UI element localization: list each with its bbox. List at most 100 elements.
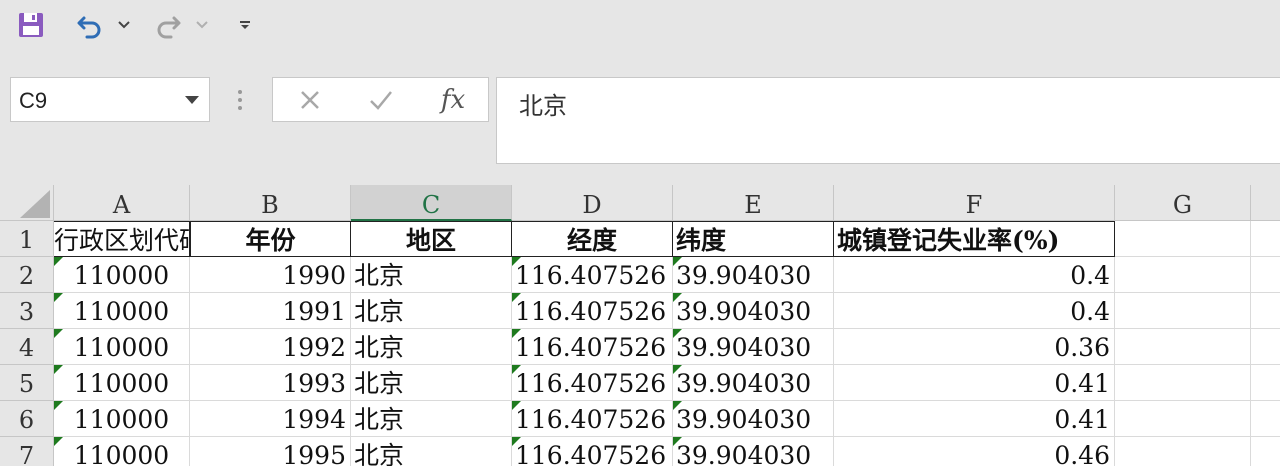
- formula-input[interactable]: 北京: [496, 77, 1280, 164]
- cell-f7[interactable]: 0.46: [834, 437, 1115, 466]
- error-indicator-icon: [512, 365, 521, 374]
- cell-a3[interactable]: 110000: [54, 293, 190, 329]
- cell-b1[interactable]: 年份: [190, 221, 351, 257]
- close-icon: [301, 91, 319, 109]
- cancel-button[interactable]: [295, 86, 325, 114]
- cell-d2[interactable]: 116.407526: [512, 257, 673, 293]
- error-indicator-icon: [673, 293, 682, 302]
- cell-f6[interactable]: 0.41: [834, 401, 1115, 437]
- error-indicator-icon: [673, 329, 682, 338]
- column-header-b[interactable]: B: [190, 185, 351, 221]
- cell-a2-text: 110000: [73, 261, 170, 290]
- cell-a7[interactable]: 110000: [54, 437, 190, 466]
- cell-a5[interactable]: 110000: [54, 365, 190, 401]
- cell-a1[interactable]: 行政区划代码: [54, 221, 190, 257]
- cell-h7[interactable]: [1251, 437, 1280, 466]
- cell-g2[interactable]: [1115, 257, 1251, 293]
- cell-d6[interactable]: 116.407526: [512, 401, 673, 437]
- column-header-e[interactable]: E: [673, 185, 834, 221]
- cell-e7-text: 39.904030: [676, 441, 812, 466]
- cell-d5[interactable]: 116.407526: [512, 365, 673, 401]
- error-indicator-icon: [512, 257, 521, 266]
- row-header-3[interactable]: 3: [0, 293, 54, 329]
- row-header-5[interactable]: 5: [0, 365, 54, 401]
- row-header-4[interactable]: 4: [0, 329, 54, 365]
- cell-a2[interactable]: 110000: [54, 257, 190, 293]
- column-header-d[interactable]: D: [512, 185, 673, 221]
- undo-button[interactable]: [72, 8, 108, 42]
- cell-d2-text: 116.407526: [515, 261, 667, 290]
- cell-b6[interactable]: 1994: [190, 401, 351, 437]
- insert-function-button[interactable]: fx: [438, 85, 468, 115]
- save-button[interactable]: [14, 8, 48, 42]
- cell-c3[interactable]: 北京: [351, 293, 512, 329]
- cell-d7-text: 116.407526: [515, 441, 667, 466]
- customize-toolbar-button[interactable]: [236, 8, 254, 42]
- undo-dropdown-button[interactable]: [116, 8, 132, 42]
- select-all-button[interactable]: [0, 185, 54, 221]
- row-header-2[interactable]: 2: [0, 257, 54, 293]
- cell-g5[interactable]: [1115, 365, 1251, 401]
- cell-e5[interactable]: 39.904030: [673, 365, 834, 401]
- cell-f5[interactable]: 0.41: [834, 365, 1115, 401]
- cell-a6[interactable]: 110000: [54, 401, 190, 437]
- cell-g3[interactable]: [1115, 293, 1251, 329]
- cell-b4[interactable]: 1992: [190, 329, 351, 365]
- cell-d3[interactable]: 116.407526: [512, 293, 673, 329]
- cell-d7[interactable]: 116.407526: [512, 437, 673, 466]
- cell-g6[interactable]: [1115, 401, 1251, 437]
- column-header-c[interactable]: C: [351, 185, 512, 221]
- row-header-6[interactable]: 6: [0, 401, 54, 437]
- chevron-down-icon[interactable]: [185, 96, 199, 105]
- cell-a5-text: 110000: [73, 369, 170, 398]
- name-box[interactable]: C9: [10, 77, 210, 122]
- chevron-down-icon: [196, 21, 208, 29]
- cell-b7[interactable]: 1995: [190, 437, 351, 466]
- cell-c5[interactable]: 北京: [351, 365, 512, 401]
- cell-c6[interactable]: 北京: [351, 401, 512, 437]
- cell-c1[interactable]: 地区: [351, 221, 512, 257]
- cell-a4[interactable]: 110000: [54, 329, 190, 365]
- enter-button[interactable]: [366, 86, 396, 114]
- row-header-7[interactable]: 7: [0, 437, 54, 466]
- spreadsheet-grid: A B C D E F G 1 2 3 4 5 6 7 行政区划代码 年份 地区…: [0, 185, 1280, 466]
- cell-h1[interactable]: [1251, 221, 1280, 257]
- drag-handle-icon[interactable]: [233, 87, 247, 113]
- cell-h3[interactable]: [1251, 293, 1280, 329]
- cell-h2[interactable]: [1251, 257, 1280, 293]
- cell-e1[interactable]: 纬度: [673, 221, 834, 257]
- cell-b3[interactable]: 1991: [190, 293, 351, 329]
- cell-d4[interactable]: 116.407526: [512, 329, 673, 365]
- cell-b5[interactable]: 1993: [190, 365, 351, 401]
- cell-c4[interactable]: 北京: [351, 329, 512, 365]
- cell-g1[interactable]: [1115, 221, 1251, 257]
- cell-d1[interactable]: 经度: [512, 221, 673, 257]
- column-header-f[interactable]: F: [834, 185, 1115, 221]
- cell-f4[interactable]: 0.36: [834, 329, 1115, 365]
- column-header-h[interactable]: [1251, 185, 1280, 221]
- cell-h6[interactable]: [1251, 401, 1280, 437]
- redo-button[interactable]: [150, 8, 186, 42]
- cell-c2[interactable]: 北京: [351, 257, 512, 293]
- column-header-a[interactable]: A: [54, 185, 190, 221]
- column-header-g[interactable]: G: [1115, 185, 1251, 221]
- redo-dropdown-button[interactable]: [194, 8, 210, 42]
- cell-b2[interactable]: 1990: [190, 257, 351, 293]
- row-header-1[interactable]: 1: [0, 221, 54, 257]
- cell-e4[interactable]: 39.904030: [673, 329, 834, 365]
- cell-g4[interactable]: [1115, 329, 1251, 365]
- cell-e2[interactable]: 39.904030: [673, 257, 834, 293]
- undo-icon: [77, 16, 101, 39]
- cell-f2[interactable]: 0.4: [834, 257, 1115, 293]
- cell-c7[interactable]: 北京: [351, 437, 512, 466]
- cell-f3[interactable]: 0.4: [834, 293, 1115, 329]
- formula-buttons: fx: [272, 77, 489, 122]
- cell-e7[interactable]: 39.904030: [673, 437, 834, 466]
- cell-h5[interactable]: [1251, 365, 1280, 401]
- cell-e6[interactable]: 39.904030: [673, 401, 834, 437]
- cell-f1[interactable]: 城镇登记失业率(%): [834, 221, 1115, 257]
- cell-h4[interactable]: [1251, 329, 1280, 365]
- error-indicator-icon: [512, 293, 521, 302]
- cell-e3[interactable]: 39.904030: [673, 293, 834, 329]
- cell-g7[interactable]: [1115, 437, 1251, 466]
